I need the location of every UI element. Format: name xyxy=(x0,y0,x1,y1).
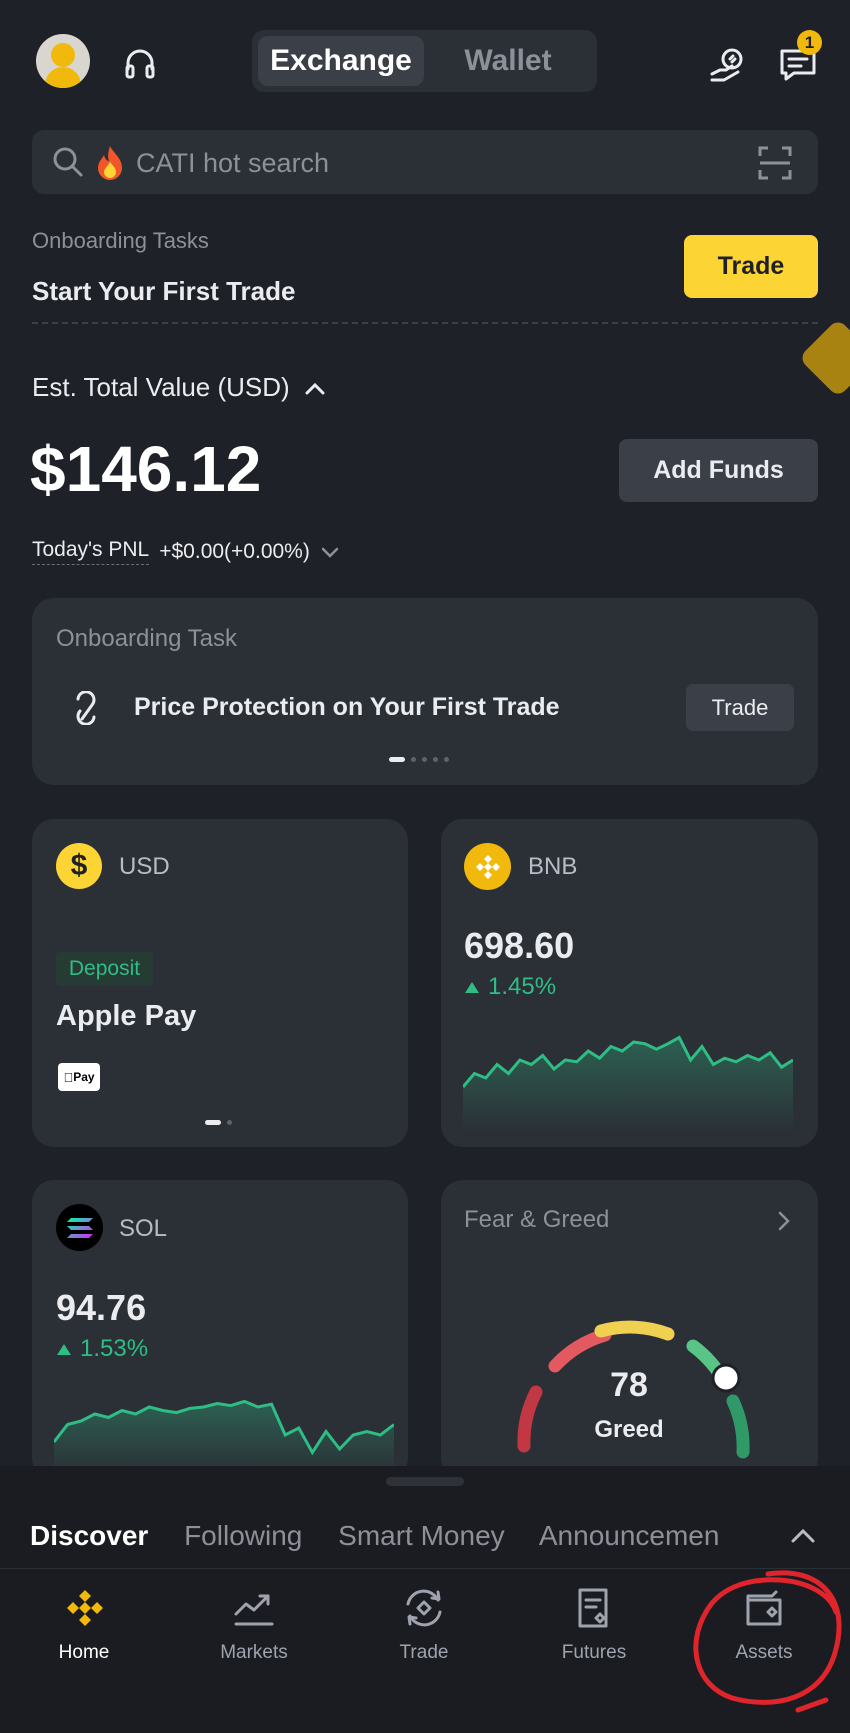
search-placeholder: CATI hot search xyxy=(136,148,330,178)
onboarding-title: Start Your First Trade xyxy=(32,276,296,306)
bnb-coin-icon xyxy=(464,843,511,890)
nav-markets-label: Markets xyxy=(220,1642,288,1663)
feed-tabs: Discover Following Smart Money Announcem… xyxy=(30,1520,800,1560)
task-pagination xyxy=(389,757,449,762)
exchange-wallet-switch: Exchange Wallet xyxy=(252,30,597,92)
fire-icon xyxy=(98,146,122,180)
add-funds-button[interactable]: Add Funds xyxy=(619,439,818,502)
fear-greed-value: 78 xyxy=(610,1366,648,1404)
chevron-up-icon xyxy=(305,382,325,394)
sol-change: 1.53% xyxy=(56,1335,148,1363)
fear-greed-label: Greed xyxy=(594,1416,664,1443)
pnl-value: +$0.00(+0.00%) xyxy=(159,539,310,563)
search-icon xyxy=(53,147,83,177)
referral-icon[interactable] xyxy=(706,42,750,86)
nav-home-label: Home xyxy=(58,1642,110,1663)
red-circle-annotation xyxy=(693,1570,842,1713)
notification-badge: 1 xyxy=(797,30,822,55)
chevron-down-icon xyxy=(321,547,339,558)
bnb-price: 698.60 xyxy=(464,925,575,966)
sparkline-area xyxy=(54,1401,394,1476)
protection-icon xyxy=(76,691,96,725)
apple-pay-title: Apple Pay xyxy=(56,1000,197,1032)
pnl-row[interactable]: Today's PNL +$0.00(+0.00%) xyxy=(32,538,340,565)
apple-pay-badge-text: Pay xyxy=(68,1070,94,1084)
onboarding-label: Onboarding Tasks xyxy=(32,228,209,253)
search-bar[interactable]: CATI hot search xyxy=(32,130,818,194)
trade-button[interactable]: Trade xyxy=(684,235,818,298)
binance-logo-icon xyxy=(67,1590,103,1626)
sol-symbol: SOL xyxy=(119,1215,168,1242)
tab-exchange[interactable]: Exchange xyxy=(258,36,424,86)
futures-icon xyxy=(578,1588,608,1628)
apple-pay-logo: Pay xyxy=(58,1063,100,1091)
balance-label-text: Est. Total Value (USD) xyxy=(32,372,290,402)
balance-value: $146.12 xyxy=(30,433,262,505)
avatar[interactable] xyxy=(36,34,90,88)
bnb-sparkline xyxy=(463,1035,793,1134)
divider xyxy=(32,322,818,324)
triangle-up-icon xyxy=(465,981,479,993)
task-card-title: Onboarding Task xyxy=(56,625,238,652)
nav-trade-label: Trade xyxy=(399,1642,449,1663)
sheet-handle[interactable] xyxy=(386,1477,464,1486)
deposit-tag: Deposit xyxy=(56,952,153,986)
task-card-text: Price Protection on Your First Trade xyxy=(134,693,560,721)
trade-icon xyxy=(406,1589,442,1627)
sol-price: 94.76 xyxy=(56,1287,147,1328)
usd-symbol: USD xyxy=(119,853,170,880)
chevron-right-icon[interactable] xyxy=(777,1210,791,1232)
usd-pagination xyxy=(205,1120,232,1125)
tab-following[interactable]: Following xyxy=(184,1520,302,1551)
scan-icon[interactable] xyxy=(758,146,792,180)
tab-smart-money[interactable]: Smart Money xyxy=(338,1520,505,1551)
nav-futures-label: Futures xyxy=(561,1642,627,1663)
tab-announcements[interactable]: Announcemen xyxy=(539,1520,720,1551)
sol-coin-icon xyxy=(56,1204,103,1251)
fear-greed-title: Fear & Greed xyxy=(464,1206,610,1233)
tab-discover[interactable]: Discover xyxy=(30,1520,148,1551)
bnb-change: 1.45% xyxy=(464,973,556,1001)
sol-sparkline xyxy=(54,1399,394,1476)
tab-wallet[interactable]: Wallet xyxy=(428,36,588,86)
chart-icon xyxy=(234,1594,274,1626)
headset-icon[interactable] xyxy=(118,44,162,84)
smiley-icon[interactable] xyxy=(798,318,850,398)
bnb-symbol: BNB xyxy=(528,853,578,880)
sol-change-value: 1.53% xyxy=(80,1335,149,1362)
sparkline-area xyxy=(463,1037,793,1134)
task-trade-button[interactable]: Trade xyxy=(686,684,794,731)
pnl-label: Today's PNL xyxy=(32,538,150,565)
balance-label[interactable]: Est. Total Value (USD) xyxy=(32,372,326,403)
triangle-up-icon xyxy=(57,1343,71,1355)
chevron-up-icon[interactable] xyxy=(790,1528,816,1544)
usd-coin-icon: $ xyxy=(56,843,102,889)
bnb-change-value: 1.45% xyxy=(488,973,557,1000)
